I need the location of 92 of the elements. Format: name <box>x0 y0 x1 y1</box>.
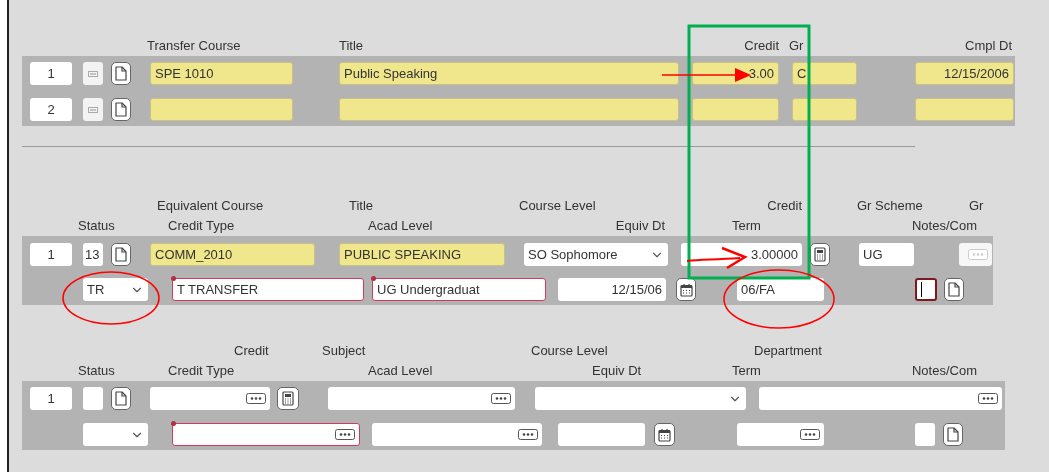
document-icon <box>948 282 960 297</box>
text-field[interactable]: PUBLIC SPEAKING <box>339 243 505 266</box>
text-field[interactable]: 06/FA <box>737 278 824 301</box>
ellipsis-icon[interactable] <box>335 429 355 440</box>
column-header: Gr <box>789 37 805 56</box>
column-header: Notes/Com <box>910 362 977 381</box>
column-header: Credit <box>743 37 779 56</box>
ellipsis-icon[interactable] <box>491 393 511 404</box>
document-icon <box>115 102 127 117</box>
ellipsis-icon[interactable] <box>518 429 538 440</box>
column-header: Status <box>78 217 116 236</box>
document-button[interactable] <box>111 62 131 85</box>
text-field[interactable] <box>915 98 1014 121</box>
text-cursor <box>921 282 922 297</box>
column-header: Title <box>349 197 375 216</box>
input-field[interactable]: 13 <box>83 243 103 266</box>
row-number: 1 <box>30 387 72 410</box>
column-header: Equiv Dt <box>592 362 643 381</box>
calendar-icon <box>658 427 671 442</box>
column-header: Term <box>732 362 762 381</box>
text-field[interactable] <box>792 98 857 121</box>
column-header: Course Level <box>531 342 609 361</box>
ellipsis-icon[interactable] <box>978 393 998 404</box>
document-button[interactable] <box>111 98 131 121</box>
text-field[interactable]: COMM_2010 <box>150 243 315 266</box>
document-icon <box>947 427 959 442</box>
dropdown[interactable]: TR <box>83 278 148 301</box>
ellipsis-icon <box>88 70 98 77</box>
row-number: 1 <box>30 62 72 85</box>
document-button[interactable] <box>111 243 131 266</box>
calculator-button[interactable] <box>277 387 299 410</box>
document-button[interactable] <box>943 423 963 446</box>
lookup-field[interactable] <box>172 423 360 446</box>
input-field[interactable] <box>83 387 103 410</box>
calculator-icon <box>814 247 826 262</box>
annotation-arrow <box>686 246 748 270</box>
document-button[interactable] <box>111 387 131 410</box>
column-header: Credit <box>234 342 270 361</box>
column-header: Title <box>339 37 365 56</box>
column-header: Department <box>754 342 823 361</box>
calendar-button[interactable] <box>654 423 675 446</box>
column-header: Transfer Course <box>147 37 242 56</box>
document-icon <box>115 66 127 81</box>
document-icon <box>115 391 127 406</box>
dropdown[interactable]: SO Sophomore <box>524 243 668 266</box>
column-header: Acad Level <box>368 217 434 236</box>
calendar-button[interactable] <box>676 278 696 301</box>
text-field[interactable]: SPE 1010 <box>150 62 293 85</box>
ellipsis-icon <box>88 106 98 113</box>
input-field[interactable] <box>915 423 935 446</box>
text-field[interactable] <box>339 98 679 121</box>
text-field[interactable]: UG Undergraduat <box>372 278 546 301</box>
row-number: 2 <box>30 98 72 121</box>
column-header: Equivalent Course <box>157 197 265 216</box>
text-field[interactable] <box>150 98 293 121</box>
text-field[interactable] <box>692 98 779 121</box>
column-header: Acad Level <box>368 362 434 381</box>
text-field[interactable] <box>558 423 645 446</box>
input-field[interactable] <box>915 278 937 301</box>
column-header: Credit Type <box>168 217 236 236</box>
calculator-button[interactable] <box>810 243 830 266</box>
text-field[interactable]: 12/15/06 <box>558 278 666 301</box>
row-number: 1 <box>30 243 72 266</box>
column-header: Credit Type <box>168 362 236 381</box>
text-field[interactable]: T TRANSFER <box>172 278 364 301</box>
column-header: Course Level <box>519 197 597 216</box>
column-header: Status <box>78 362 116 381</box>
calculator-icon <box>282 391 294 406</box>
text-field[interactable]: 3.00000 <box>681 243 802 266</box>
document-icon <box>115 247 127 262</box>
lookup-field[interactable] <box>759 387 1002 410</box>
ellipsis-icon[interactable] <box>800 429 820 440</box>
lookup-field[interactable] <box>150 387 270 410</box>
column-header: Gr <box>969 197 985 216</box>
calendar-icon <box>679 282 693 297</box>
lookup-field[interactable] <box>328 387 515 410</box>
text-field[interactable]: UG <box>859 243 914 266</box>
text-field[interactable]: C <box>792 62 857 85</box>
text-field[interactable]: 3.00 <box>692 62 779 85</box>
column-header: Notes/Com <box>910 217 977 236</box>
column-header: Cmpl Dt <box>964 37 1012 56</box>
document-button[interactable] <box>944 278 964 301</box>
column-header: Gr Scheme <box>857 197 924 216</box>
column-header: Credit <box>766 197 802 216</box>
column-header: Term <box>732 217 762 236</box>
text-field[interactable]: 12/15/2006 <box>915 62 1014 85</box>
lookup-field[interactable] <box>737 423 824 446</box>
column-header: Equiv Dt <box>614 217 665 236</box>
column-header: Subject <box>322 342 367 361</box>
ellipsis-icon[interactable] <box>246 393 266 404</box>
lookup-field[interactable] <box>372 423 542 446</box>
text-field[interactable]: Public Speaking <box>339 62 679 85</box>
